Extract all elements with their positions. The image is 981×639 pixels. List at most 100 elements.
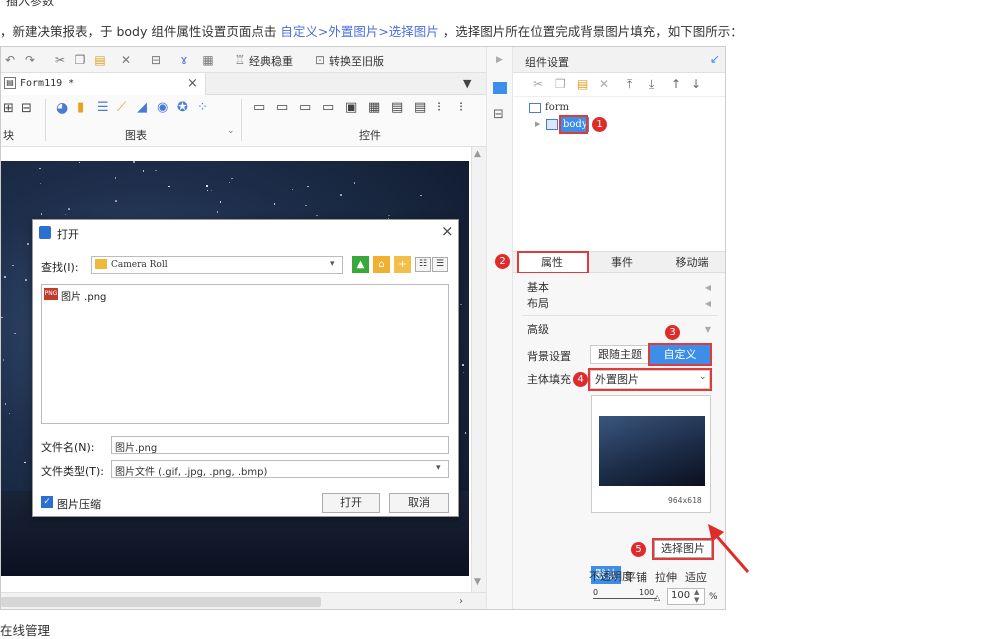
new-folder-icon[interactable]: +	[394, 256, 411, 273]
component-tree: form ▶ body 1	[513, 97, 725, 247]
radar-chart-icon[interactable]: ✪	[177, 100, 188, 115]
preview-thumbnail	[599, 416, 705, 486]
paste-icon[interactable]: ▤	[93, 53, 107, 67]
move-bottom-icon[interactable]: ⤓	[649, 77, 654, 92]
chevron-left-icon[interactable]: ◀	[705, 299, 711, 308]
star	[25, 279, 27, 281]
scroll-thumb[interactable]	[1, 597, 321, 607]
delete-icon[interactable]: ✕	[119, 53, 133, 67]
pie-chart-icon[interactable]: ◕	[56, 100, 68, 116]
scroll-up-icon[interactable]: ▲	[474, 149, 481, 159]
bar-chart-icon[interactable]: ▮	[77, 100, 84, 115]
hbar-chart-icon[interactable]: ☰	[97, 100, 109, 115]
file-list[interactable]: PNG 图片 .png	[41, 284, 449, 424]
star	[14, 332, 16, 335]
date-control-icon[interactable]: ▣	[345, 100, 357, 115]
filetype-label: 文件类型(T):	[41, 465, 105, 478]
debug-icon[interactable]: ɤ	[177, 53, 191, 67]
filename-value: 图片.png	[115, 443, 158, 454]
dialog-close-icon[interactable]: ×	[441, 222, 454, 240]
tab-events[interactable]: 事件	[587, 252, 657, 273]
chevron-down-icon[interactable]: ▾	[436, 463, 441, 473]
checkbox-control-icon[interactable]: ⁝	[459, 100, 463, 115]
section-layout[interactable]: 布局	[527, 295, 549, 311]
paste-icon[interactable]: ▤	[577, 77, 588, 91]
annotation-badge-1: 1	[592, 117, 607, 132]
grid-icon[interactable]: ▦	[201, 53, 215, 67]
details-view-icon[interactable]: ☰	[432, 257, 448, 272]
copy-icon[interactable]: ❐	[73, 53, 87, 67]
chevron-down-icon[interactable]: ▼	[705, 325, 711, 334]
chevron-down-icon[interactable]: ▾	[330, 259, 335, 269]
lookin-select[interactable]: Camera Roll	[91, 256, 343, 274]
scroll-down-icon[interactable]: ▼	[474, 577, 481, 587]
list-control-icon[interactable]: ▤	[414, 100, 426, 115]
convert-icon[interactable]: ⊡	[313, 53, 327, 67]
move-down-icon[interactable]: ↓	[691, 77, 701, 91]
calendar-control-icon[interactable]: ▦	[368, 100, 380, 115]
label-control-icon[interactable]: ▭	[276, 100, 288, 115]
move-top-icon[interactable]: ⤒	[627, 77, 632, 92]
expand-arrow-icon[interactable]: ▶	[496, 55, 503, 65]
star	[420, 194, 422, 197]
opacity-slider[interactable]	[593, 598, 657, 599]
vertical-scrollbar[interactable]: ▲ ▼	[471, 147, 486, 592]
chevron-down-icon[interactable]: ⌄	[227, 126, 235, 136]
cut-icon[interactable]: ✂	[533, 77, 543, 91]
section-basic[interactable]: 基本	[527, 279, 549, 295]
gauge-chart-icon[interactable]: ◉	[157, 100, 168, 115]
radio-control-icon[interactable]: ⁝	[437, 100, 441, 115]
line-chart-icon[interactable]: ⟋	[117, 100, 126, 115]
redo-icon[interactable]: ↷	[23, 53, 37, 67]
section-advanced[interactable]: 高级	[527, 321, 549, 337]
tree-form[interactable]: form	[545, 102, 569, 113]
slider-thumb-icon[interactable]: △	[654, 593, 660, 602]
star	[206, 189, 209, 192]
follow-theme-option[interactable]: 跟随主题	[590, 345, 650, 364]
stepper-icon[interactable]: ▲ ▼	[694, 588, 699, 604]
filetype-select[interactable]: 图片文件 (.gif, .jpg, .png, .bmp)	[111, 460, 449, 478]
delete-icon[interactable]: ✕	[599, 77, 609, 91]
star	[155, 169, 157, 172]
intro-link[interactable]: 自定义>外置图片>选择图片	[280, 24, 438, 39]
open-button[interactable]: 打开	[322, 493, 380, 513]
area-chart-icon[interactable]: ◢	[137, 100, 147, 115]
collapse-icon[interactable]: ↙	[710, 52, 720, 66]
text-control-icon[interactable]: ▭	[299, 100, 311, 115]
classic-theme-button[interactable]: 经典稳重	[249, 53, 293, 69]
tab-close-icon[interactable]: ×	[187, 76, 198, 91]
cut-icon[interactable]: ✂	[53, 53, 67, 67]
up-folder-icon[interactable]: ▲	[352, 256, 369, 273]
intro-paragraph: ，新建决策报表，于 body 组件属性设置页面点击 自定义>外置图片>选择图片 …	[0, 21, 743, 40]
preview-icon[interactable]: ⊟	[149, 53, 163, 67]
cancel-button[interactable]: 取消	[389, 493, 449, 513]
scatter-chart-icon[interactable]: ⁘	[197, 100, 208, 115]
number-control-icon[interactable]: ▤	[391, 100, 403, 115]
dropdown-control-icon[interactable]: ▭	[322, 100, 334, 115]
horizontal-scrollbar[interactable]: ›	[1, 592, 486, 609]
tab-mobile[interactable]: 移动端	[657, 252, 725, 273]
undo-icon[interactable]: ↶	[3, 53, 17, 67]
scroll-right-icon[interactable]: ›	[459, 596, 463, 607]
compress-checkbox[interactable]: ✓	[41, 496, 53, 508]
filename-input[interactable]: 图片.png	[111, 436, 449, 454]
copy-icon[interactable]: ❐	[555, 77, 566, 91]
pin-icon[interactable]: ▼	[463, 77, 471, 90]
fit-stretch[interactable]: 拉伸	[655, 569, 677, 585]
expand-arrow-icon[interactable]: ▶	[535, 120, 540, 128]
tab-form119[interactable]: ▤ Form119 * ×	[1, 73, 206, 95]
component-panel-icon[interactable]	[493, 82, 507, 94]
file-item[interactable]: 图片 .png	[61, 288, 106, 303]
layout-panel-icon[interactable]: ⊟	[493, 107, 504, 122]
list-view-icon[interactable]: ☷	[415, 257, 431, 272]
button-control-icon[interactable]: ▭	[253, 100, 265, 115]
home-icon[interactable]: ⌂	[373, 256, 390, 273]
move-up-icon[interactable]: ↑	[671, 77, 681, 91]
theme-icon[interactable]: ♖	[233, 53, 247, 67]
png-file-icon: PNG	[44, 288, 58, 300]
chevron-left-icon[interactable]: ◀	[705, 283, 711, 292]
image-preview[interactable]: 964x618	[591, 395, 711, 513]
switch-old-button[interactable]: 转换至旧版	[329, 53, 384, 69]
block-grid-icon[interactable]: ⊞	[3, 101, 14, 116]
block-layout-icon[interactable]: ⊟	[21, 101, 32, 116]
